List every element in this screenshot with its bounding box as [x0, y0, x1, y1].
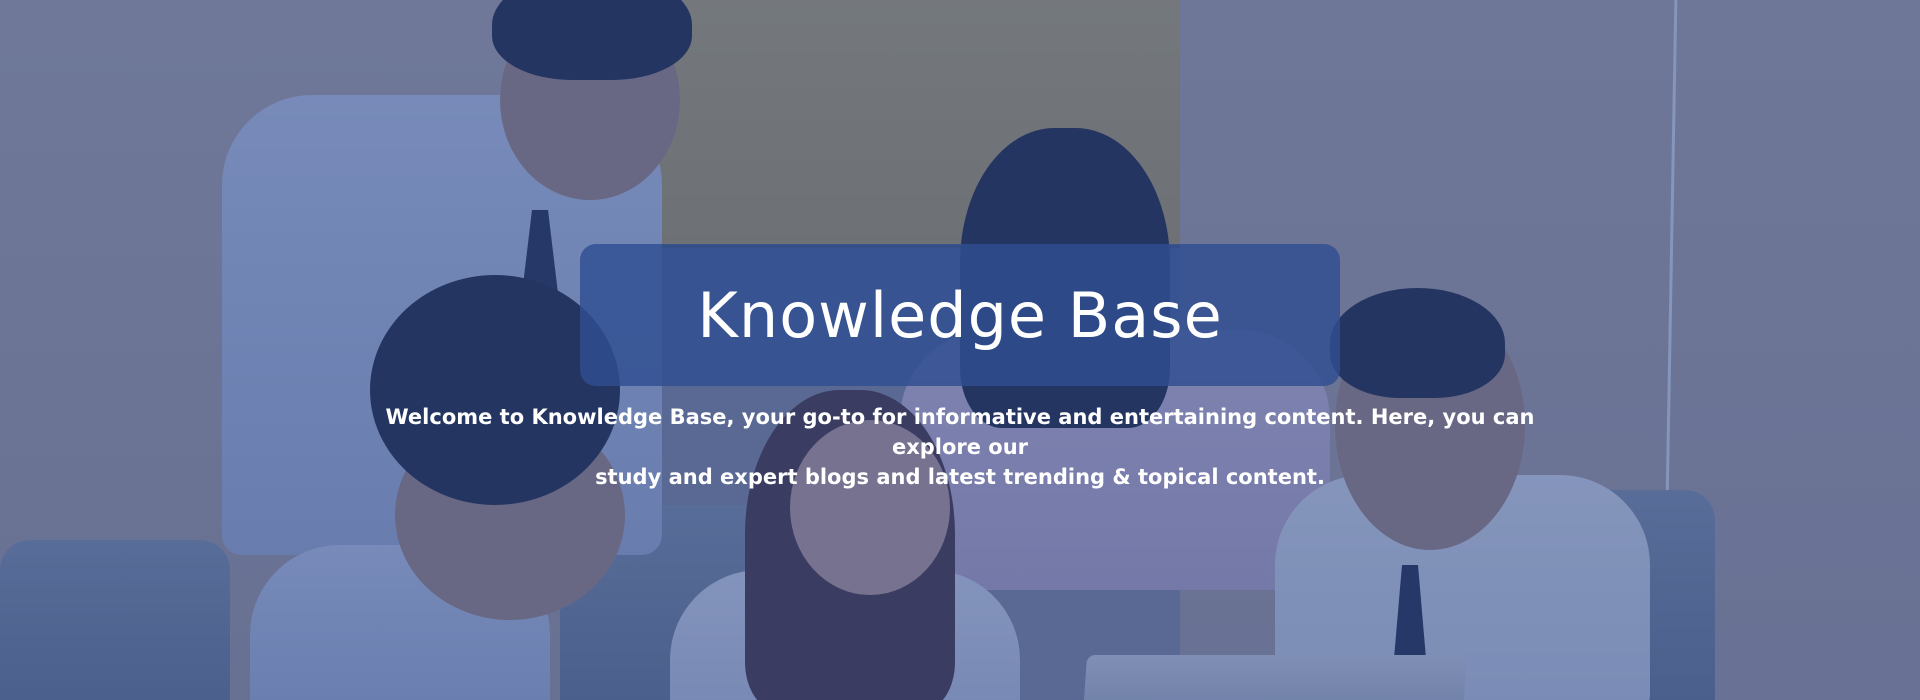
hero-description-line-1: Welcome to Knowledge Base, your go-to fo…: [385, 405, 1535, 459]
page-title: Knowledge Base: [697, 278, 1223, 352]
hero-description: Welcome to Knowledge Base, your go-to fo…: [360, 402, 1560, 492]
hero-content: Knowledge Base Welcome to Knowledge Base…: [0, 0, 1920, 700]
hero-description-line-2: study and expert blogs and latest trendi…: [595, 465, 1325, 489]
hero-banner: Knowledge Base Welcome to Knowledge Base…: [0, 0, 1920, 700]
hero-title-box: Knowledge Base: [580, 244, 1340, 386]
